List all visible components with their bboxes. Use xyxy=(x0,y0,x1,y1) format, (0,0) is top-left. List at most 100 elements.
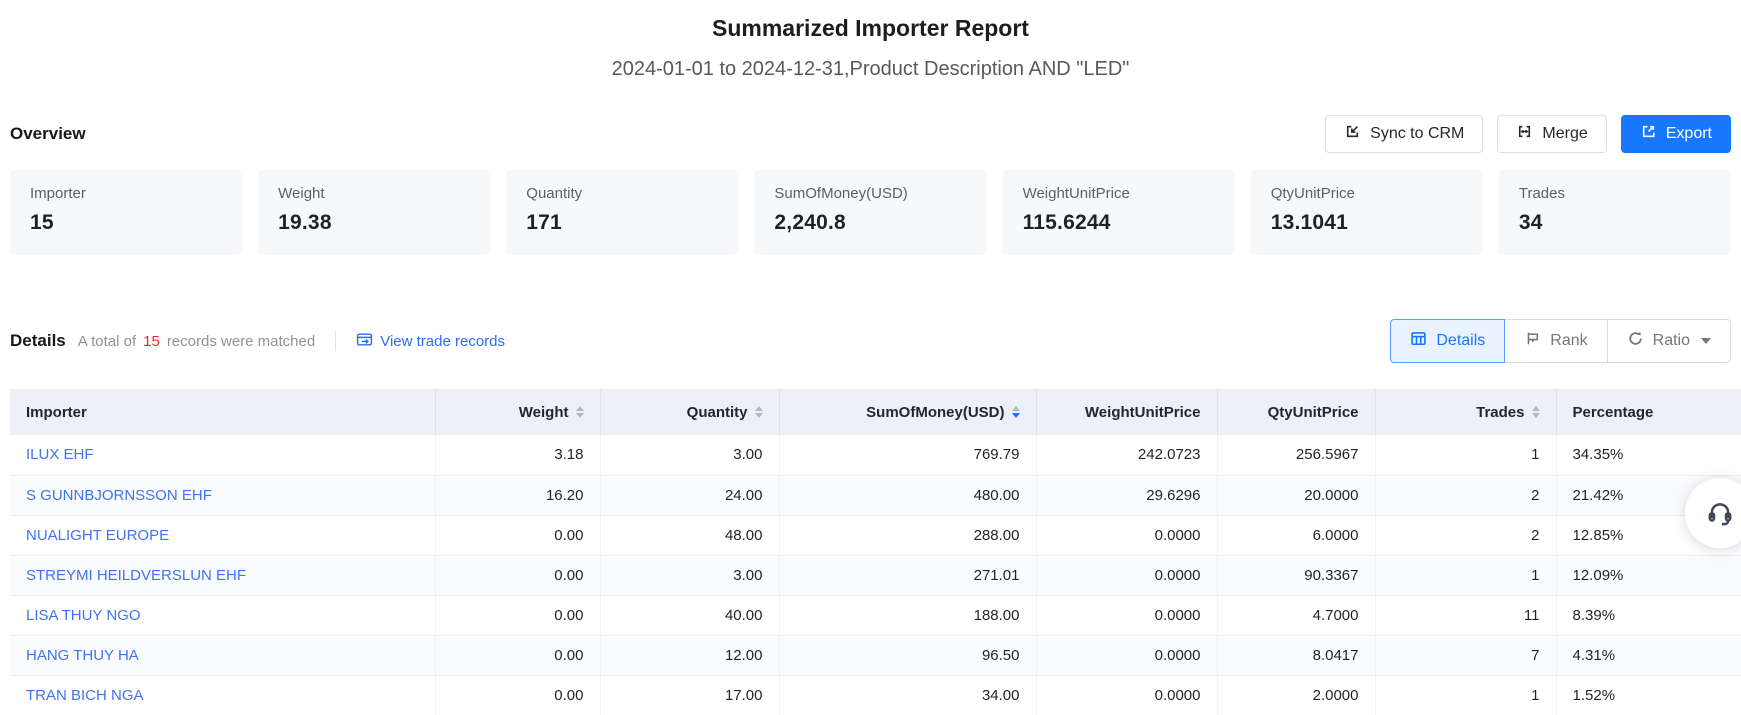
stat-card-weight: Weight 19.38 xyxy=(258,170,490,255)
merge-label: Merge xyxy=(1542,125,1587,143)
column-header-sumofmoney[interactable]: SumOfMoney(USD) xyxy=(779,389,1036,435)
details-bar: Details A total of 15 records were match… xyxy=(10,319,1731,363)
cell-weight: 3.18 xyxy=(435,435,600,475)
cell-sumofmoney: 34.00 xyxy=(779,675,1036,715)
view-switcher: Details Rank Ratio xyxy=(1390,319,1731,363)
column-label: Quantity xyxy=(687,404,748,421)
table-row: TRAN BICH NGA 0.00 17.00 34.00 0.0000 2.… xyxy=(10,675,1741,715)
cell-weightunitprice: 29.6296 xyxy=(1036,475,1217,515)
stat-label: QtyUnitPrice xyxy=(1271,185,1463,202)
tab-ratio-label: Ratio xyxy=(1653,332,1690,350)
cell-weightunitprice: 0.0000 xyxy=(1036,635,1217,675)
merge-icon xyxy=(1516,123,1533,145)
stat-label: SumOfMoney(USD) xyxy=(774,185,966,202)
column-label: SumOfMoney(USD) xyxy=(866,404,1004,421)
importer-link[interactable]: S GUNNBJORNSSON EHF xyxy=(26,487,212,504)
sort-caret-icon[interactable] xyxy=(576,406,584,418)
cell-qtyunitprice: 90.3367 xyxy=(1217,555,1375,595)
importer-table: Importer Weight Quantity SumOfMoney(USD)… xyxy=(10,389,1741,715)
sort-caret-icon[interactable] xyxy=(1532,406,1540,418)
sync-to-crm-button[interactable]: Sync to CRM xyxy=(1325,115,1483,153)
table-row: STREYMI HEILDVERSLUN EHF 0.00 3.00 271.0… xyxy=(10,555,1741,595)
page-subtitle: 2024-01-01 to 2024-12-31,Product Descrip… xyxy=(0,58,1741,81)
stat-card-sumofmoney: SumOfMoney(USD) 2,240.8 xyxy=(754,170,986,255)
overview-heading: Overview xyxy=(10,124,86,144)
cell-weight: 0.00 xyxy=(435,635,600,675)
importer-link[interactable]: TRAN BICH NGA xyxy=(26,687,144,704)
table-row: LISA THUY NGO 0.00 40.00 188.00 0.0000 4… xyxy=(10,595,1741,635)
ratio-icon xyxy=(1627,330,1644,352)
sync-to-crm-label: Sync to CRM xyxy=(1370,125,1464,143)
column-label: QtyUnitPrice xyxy=(1268,404,1359,421)
importer-link[interactable]: STREYMI HEILDVERSLUN EHF xyxy=(26,567,246,584)
importer-link[interactable]: LISA THUY NGO xyxy=(26,607,141,624)
cell-weight: 0.00 xyxy=(435,555,600,595)
cell-weightunitprice: 0.0000 xyxy=(1036,675,1217,715)
column-label: Percentage xyxy=(1573,404,1654,421)
cell-sumofmoney: 188.00 xyxy=(779,595,1036,635)
cell-percentage: 1.52% xyxy=(1556,675,1741,715)
column-label: Weight xyxy=(519,404,569,421)
cell-weightunitprice: 0.0000 xyxy=(1036,595,1217,635)
details-summary: Details A total of 15 records were match… xyxy=(10,331,505,352)
table-row: HANG THUY HA 0.00 12.00 96.50 0.0000 8.0… xyxy=(10,635,1741,675)
tab-rank-label: Rank xyxy=(1550,332,1587,350)
cell-weight: 0.00 xyxy=(435,675,600,715)
table-icon xyxy=(1410,330,1427,352)
stat-value: 115.6244 xyxy=(1023,211,1215,235)
sort-caret-icon[interactable] xyxy=(755,406,763,418)
stat-value: 171 xyxy=(526,211,718,235)
importer-link[interactable]: HANG THUY HA xyxy=(26,647,139,664)
table-row: NUALIGHT EUROPE 0.00 48.00 288.00 0.0000… xyxy=(10,515,1741,555)
cell-sumofmoney: 271.01 xyxy=(779,555,1036,595)
match-count: 15 xyxy=(143,333,160,350)
view-trade-records-link[interactable]: View trade records xyxy=(356,331,505,352)
cell-weightunitprice: 242.0723 xyxy=(1036,435,1217,475)
column-header-weight[interactable]: Weight xyxy=(435,389,600,435)
export-label: Export xyxy=(1666,125,1712,143)
tab-ratio[interactable]: Ratio xyxy=(1607,319,1731,363)
overview-cards: Importer 15 Weight 19.38 Quantity 171 Su… xyxy=(10,170,1731,255)
column-header-quantity[interactable]: Quantity xyxy=(600,389,779,435)
cell-percentage: 4.31% xyxy=(1556,635,1741,675)
table-row: S GUNNBJORNSSON EHF 16.20 24.00 480.00 2… xyxy=(10,475,1741,515)
stat-value: 13.1041 xyxy=(1271,211,1463,235)
cell-sumofmoney: 480.00 xyxy=(779,475,1036,515)
tab-details[interactable]: Details xyxy=(1390,319,1505,363)
sort-caret-icon[interactable] xyxy=(1012,406,1020,418)
column-header-percentage: Percentage xyxy=(1556,389,1741,435)
merge-button[interactable]: Merge xyxy=(1497,115,1606,153)
sync-icon xyxy=(1344,123,1361,145)
cell-qtyunitprice: 20.0000 xyxy=(1217,475,1375,515)
cell-quantity: 12.00 xyxy=(600,635,779,675)
cell-qtyunitprice: 4.7000 xyxy=(1217,595,1375,635)
stat-value: 19.38 xyxy=(278,211,470,235)
headset-icon xyxy=(1705,496,1735,531)
stat-card-qtyunitprice: QtyUnitPrice 13.1041 xyxy=(1251,170,1483,255)
table-header-row: Importer Weight Quantity SumOfMoney(USD)… xyxy=(10,389,1741,435)
export-button[interactable]: Export xyxy=(1621,115,1731,153)
tab-rank[interactable]: Rank xyxy=(1504,319,1607,363)
importer-link[interactable]: NUALIGHT EUROPE xyxy=(26,527,169,544)
column-header-weightunitprice: WeightUnitPrice xyxy=(1036,389,1217,435)
column-label: WeightUnitPrice xyxy=(1085,404,1201,421)
overview-actions: Sync to CRM Merge Export xyxy=(1325,115,1731,153)
rank-icon xyxy=(1524,330,1541,352)
details-heading: Details xyxy=(10,331,66,351)
cell-sumofmoney: 769.79 xyxy=(779,435,1036,475)
match-summary-prefix: A total of xyxy=(78,333,136,350)
column-header-trades[interactable]: Trades xyxy=(1375,389,1556,435)
column-label: Importer xyxy=(26,404,87,421)
stat-value: 2,240.8 xyxy=(774,211,966,235)
cell-qtyunitprice: 2.0000 xyxy=(1217,675,1375,715)
cell-quantity: 40.00 xyxy=(600,595,779,635)
cell-qtyunitprice: 6.0000 xyxy=(1217,515,1375,555)
stat-card-quantity: Quantity 171 xyxy=(506,170,738,255)
match-summary: A total of 15 records were matched xyxy=(78,333,315,350)
stat-label: Weight xyxy=(278,185,470,202)
cell-trades: 2 xyxy=(1375,475,1556,515)
column-header-importer: Importer xyxy=(10,389,435,435)
cell-weight: 16.20 xyxy=(435,475,600,515)
cell-trades: 7 xyxy=(1375,635,1556,675)
importer-link[interactable]: ILUX EHF xyxy=(26,446,94,463)
